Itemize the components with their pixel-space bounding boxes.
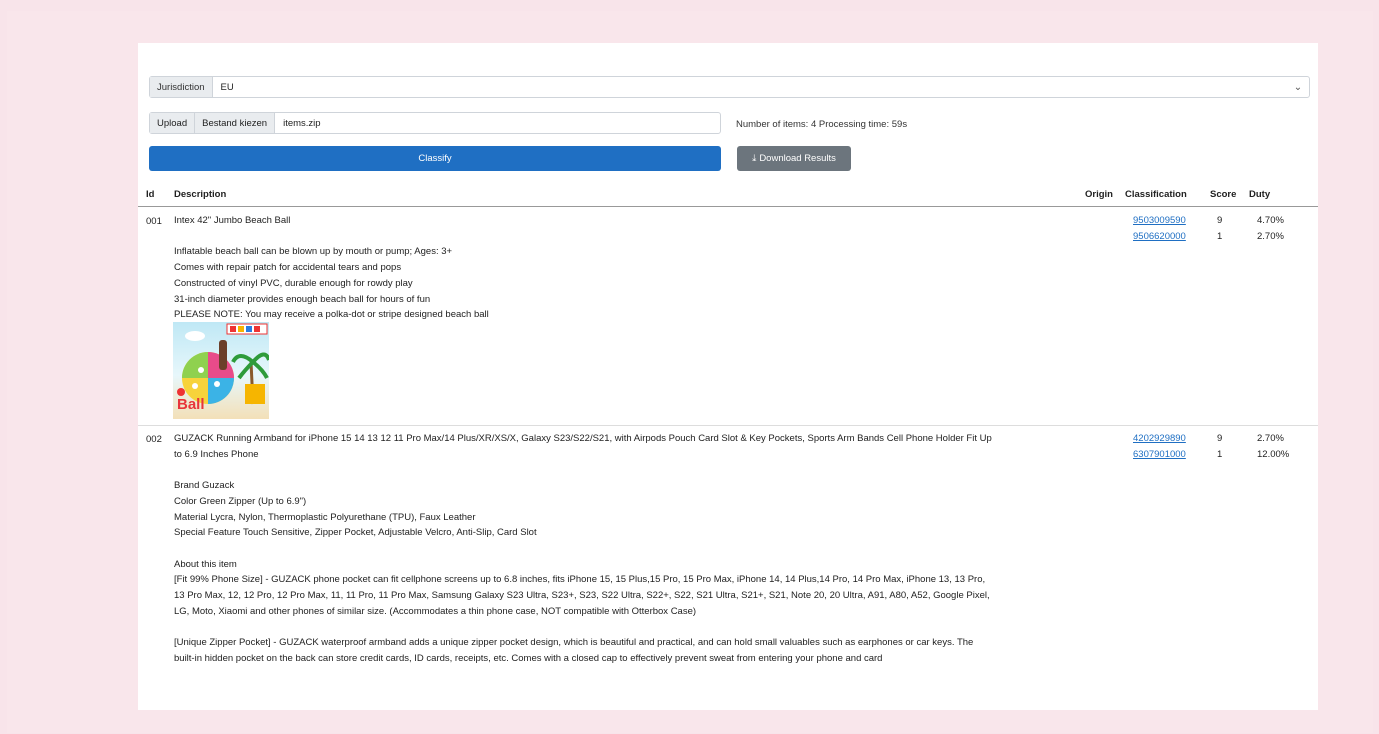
choose-file-button[interactable]: Bestand kiezen: [195, 113, 276, 133]
chevron-down-icon[interactable]: ⌄: [1287, 82, 1309, 93]
download-results-button[interactable]: ⤓ Download Results: [737, 146, 851, 171]
description-line: Material Lycra, Nylon, Thermoplastic Pol…: [174, 511, 476, 523]
header-origin: Origin: [1085, 189, 1113, 200]
score-value: 9: [1217, 433, 1223, 444]
description-line: Intex 42" Jumbo Beach Ball: [174, 215, 291, 226]
file-name: items.zip: [283, 117, 321, 129]
description-line: GUZACK Running Armband for iPhone 15 14 …: [174, 433, 992, 444]
description-line: PLEASE NOTE: You may receive a polka-dot…: [174, 309, 489, 321]
header-duty: Duty: [1249, 189, 1271, 200]
classification-link[interactable]: 4202929890: [1133, 433, 1186, 444]
duty-value: 2.70%: [1257, 230, 1284, 242]
product-image: Ball: [173, 322, 269, 419]
header-score: Score: [1210, 189, 1237, 200]
duty-value: 12.00%: [1257, 448, 1290, 460]
description-line: Inflatable beach ball can be blown up by…: [174, 246, 453, 258]
upload-label: Upload: [150, 113, 196, 133]
description-line: [Fit 99% Phone Size] - GUZACK phone pock…: [174, 574, 986, 586]
description-line: 13 Pro Max, 12, 12 Pro, 12 Pro Max, 11, …: [174, 590, 990, 601]
score-cell: 9 1: [1217, 431, 1222, 462]
row-divider: [138, 425, 1318, 426]
header-classification: Classification: [1125, 189, 1187, 200]
main-card: Jurisdiction EU ⌄ Upload Bestand kiezen …: [138, 43, 1318, 710]
header-divider: [138, 206, 1318, 207]
processing-info: Number of items: 4 Processing time: 59s: [736, 119, 908, 130]
duty-value: 4.70%: [1257, 215, 1284, 226]
description-line: built-in hidden pocket on the back can s…: [174, 652, 883, 664]
download-label: Download Results: [759, 153, 836, 164]
jurisdiction-value[interactable]: EU: [213, 82, 1287, 93]
description-line: Constructed of vinyl PVC, durable enough…: [174, 277, 413, 289]
download-icon: ⤓: [752, 153, 757, 164]
duty-value: 2.70%: [1257, 433, 1284, 444]
description-line: [174, 229, 489, 245]
description-line: [174, 462, 992, 478]
jurisdiction-select[interactable]: Jurisdiction EU ⌄: [149, 76, 1310, 98]
classification-link[interactable]: 9503009590: [1133, 215, 1186, 226]
score-value: 9: [1217, 215, 1223, 226]
description-line: [174, 619, 992, 635]
description-line: [Unique Zipper Pocket] - GUZACK waterpro…: [174, 637, 974, 649]
score-value: 1: [1217, 230, 1223, 242]
duty-cell: 4.70% 2.70%: [1257, 213, 1284, 244]
row-description: GUZACK Running Armband for iPhone 15 14 …: [174, 431, 992, 667]
row-id: 002: [146, 434, 162, 445]
description-line: LG, Moto, Xiaomi and other phones of sim…: [174, 605, 697, 617]
file-upload-group[interactable]: Upload Bestand kiezen items.zip: [149, 112, 721, 134]
description-line: Special Feature Touch Sensitive, Zipper …: [174, 527, 537, 539]
duty-cell: 2.70% 12.00%: [1257, 431, 1289, 462]
description-line: 31-inch diameter provides enough beach b…: [174, 293, 431, 305]
header-description: Description: [174, 189, 227, 200]
description-line: to 6.9 Inches Phone: [174, 448, 259, 460]
row-id: 001: [146, 216, 162, 227]
classification-cell: 9503009590 9506620000: [1133, 213, 1186, 244]
classify-button[interactable]: Classify: [149, 146, 721, 171]
score-cell: 9 1: [1217, 213, 1222, 244]
row-description: Intex 42" Jumbo Beach Ball Inflatable be…: [174, 213, 489, 323]
description-line: Comes with repair patch for accidental t…: [174, 262, 402, 274]
description-line: About this item: [174, 558, 237, 570]
description-line: Brand Guzack: [174, 480, 235, 492]
image-brand-text: Ball: [177, 396, 205, 413]
classification-cell: 4202929890 6307901000: [1133, 431, 1186, 462]
description-line: [174, 541, 992, 557]
classification-link[interactable]: 6307901000: [1133, 449, 1186, 460]
jurisdiction-label: Jurisdiction: [150, 77, 213, 97]
header-id: Id: [146, 189, 155, 200]
score-value: 1: [1217, 448, 1223, 460]
description-line: Color Green Zipper (Up to 6.9"): [174, 495, 307, 507]
classification-link[interactable]: 9506620000: [1133, 231, 1186, 242]
